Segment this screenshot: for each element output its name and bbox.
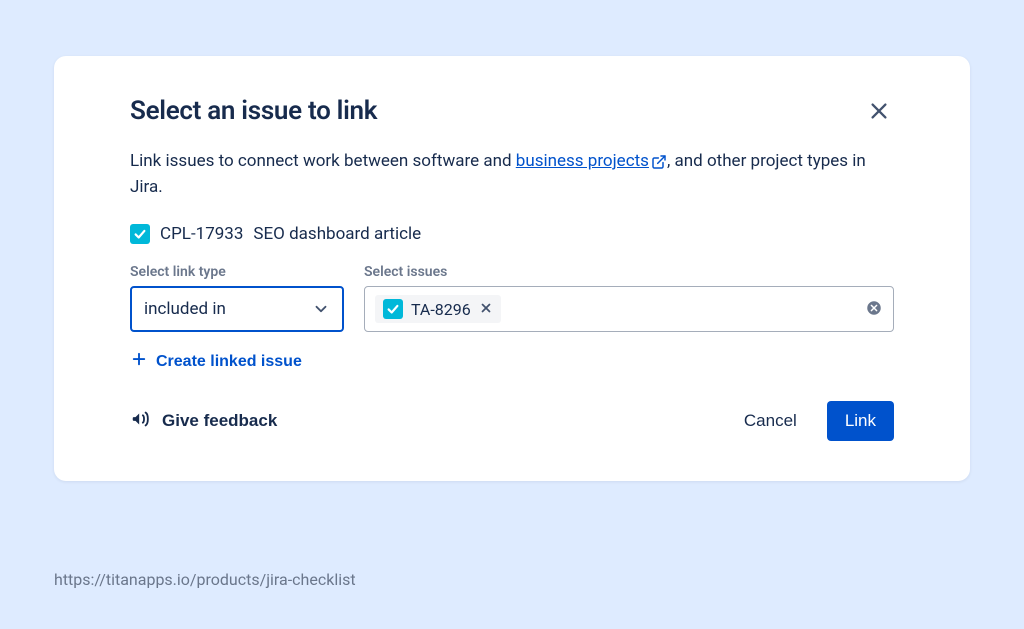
dialog-actions: Cancel Link xyxy=(734,401,894,441)
clear-all-button[interactable] xyxy=(865,299,883,320)
give-feedback-button[interactable]: Give feedback xyxy=(130,408,277,435)
context-issue-key: CPL-17933 xyxy=(160,224,243,244)
plus-icon xyxy=(130,350,148,373)
create-linked-issue-button[interactable]: Create linked issue xyxy=(130,350,302,373)
issues-field: Select issues TA-8296 xyxy=(364,264,894,332)
dialog-title: Select an issue to link xyxy=(130,96,377,126)
link-type-value: included in xyxy=(144,299,226,319)
create-linked-label: Create linked issue xyxy=(156,353,302,371)
chip-key: TA-8296 xyxy=(411,300,471,319)
context-issue-summary: SEO dashboard article xyxy=(253,224,421,244)
dialog-header: Select an issue to link xyxy=(130,96,894,129)
dialog-footer: Give feedback Cancel Link xyxy=(130,401,894,441)
issues-label: Select issues xyxy=(364,264,894,280)
issue-chip: TA-8296 xyxy=(375,295,501,323)
x-icon xyxy=(479,301,493,318)
dialog-description: Link issues to connect work between soft… xyxy=(130,149,894,200)
link-type-field: Select link type included in xyxy=(130,264,344,332)
source-url: https://titanapps.io/products/jira-check… xyxy=(54,570,356,589)
description-pre: Link issues to connect work between soft… xyxy=(130,151,516,171)
external-link-icon xyxy=(651,154,667,170)
link-button[interactable]: Link xyxy=(827,401,894,441)
link-type-label: Select link type xyxy=(130,264,344,280)
cancel-button[interactable]: Cancel xyxy=(734,403,807,439)
business-projects-link[interactable]: business projects xyxy=(516,151,667,171)
issue-type-icon xyxy=(383,299,403,319)
link-type-select[interactable]: included in xyxy=(130,286,344,332)
link-issue-dialog: Select an issue to link Link issues to c… xyxy=(54,56,970,481)
issues-input[interactable]: TA-8296 xyxy=(364,286,894,332)
chip-remove-button[interactable] xyxy=(479,301,493,318)
close-icon xyxy=(868,100,890,125)
close-button[interactable] xyxy=(864,96,894,129)
issue-type-icon xyxy=(130,224,150,244)
chevron-down-icon xyxy=(312,300,330,318)
clear-icon xyxy=(865,299,883,320)
form-row: Select link type included in Select issu… xyxy=(130,264,894,332)
megaphone-icon xyxy=(130,408,152,435)
feedback-label: Give feedback xyxy=(162,411,277,431)
context-issue: CPL-17933 SEO dashboard article xyxy=(130,224,894,244)
